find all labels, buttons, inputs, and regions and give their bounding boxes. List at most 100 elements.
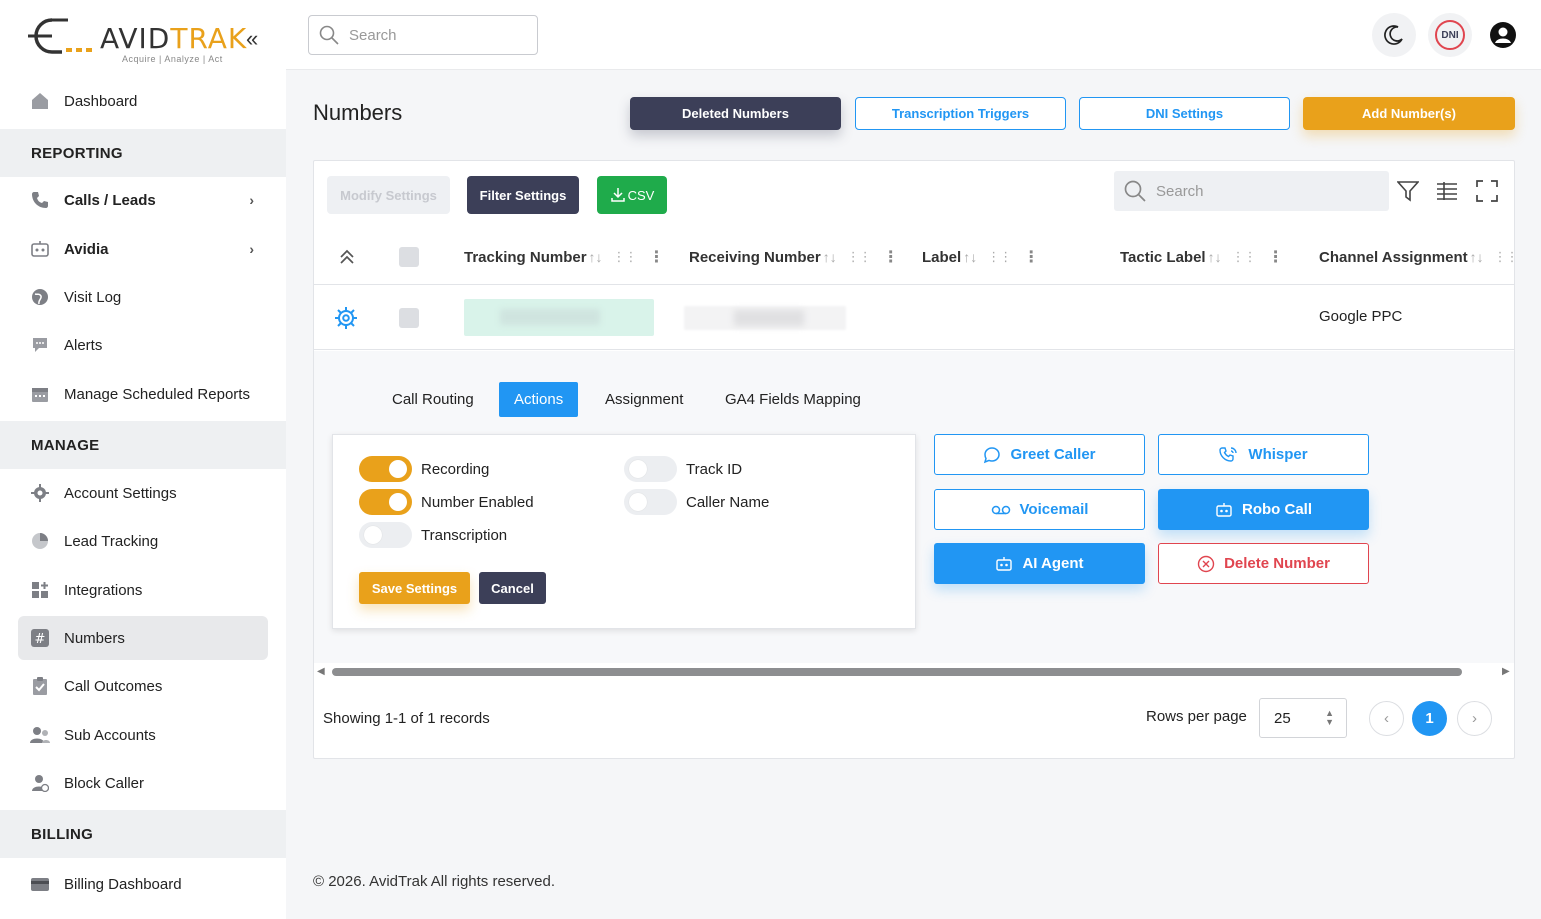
- page-1-button[interactable]: 1: [1412, 701, 1447, 736]
- chat-bubble-icon: [983, 446, 1001, 464]
- sidebar-item-calls-leads[interactable]: Calls / Leads ›: [18, 178, 268, 222]
- row-settings-gear-icon[interactable]: [334, 306, 358, 335]
- voicemail-button[interactable]: Voicemail: [934, 489, 1145, 530]
- table-row[interactable]: Google PPC: [314, 286, 1514, 350]
- column-menu-icon[interactable]: ⋮: [649, 247, 665, 267]
- tab-ga4-fields-mapping[interactable]: GA4 Fields Mapping: [710, 382, 876, 417]
- sidebar-item-alerts[interactable]: Alerts: [18, 323, 268, 367]
- top-bar: Search DNI: [286, 0, 1541, 70]
- chevron-right-icon: ›: [249, 241, 254, 257]
- transcription-toggle[interactable]: [359, 522, 412, 548]
- sidebar-item-label: Manage Scheduled Reports: [64, 385, 250, 403]
- dark-mode-toggle[interactable]: [1372, 13, 1416, 57]
- col-receiving-number[interactable]: Receiving Number ↑↓ ⋮⋮ ⋮: [689, 229, 899, 285]
- filter-icon[interactable]: [1396, 179, 1420, 203]
- sidebar-item-numbers[interactable]: # Numbers: [18, 616, 268, 660]
- sidebar-item-label: Alerts: [64, 336, 103, 354]
- user-avatar[interactable]: [1481, 13, 1525, 57]
- sort-icon[interactable]: ↑↓: [1470, 249, 1484, 265]
- users-icon: [30, 725, 50, 745]
- sidebar: AVIDTRAK Acquire | Analyze | Act « Dashb…: [0, 0, 286, 919]
- sidebar-item-label: Dashboard: [64, 92, 138, 110]
- collapse-all-icon[interactable]: [338, 229, 356, 285]
- sidebar-item-scheduled-reports[interactable]: Manage Scheduled Reports: [18, 372, 268, 416]
- sort-icon[interactable]: ↑↓: [823, 249, 837, 265]
- sidebar-item-billing-dashboard[interactable]: Billing Dashboard: [18, 862, 268, 906]
- action-label: AI Agent: [1022, 555, 1084, 572]
- drag-handle-icon[interactable]: ⋮⋮: [613, 249, 638, 265]
- credit-card-icon: [30, 874, 50, 894]
- search-placeholder: Search: [349, 26, 397, 44]
- table-search-input[interactable]: Search: [1114, 171, 1389, 211]
- sidebar-item-call-outcomes[interactable]: Call Outcomes: [18, 664, 268, 708]
- tab-actions[interactable]: Actions: [499, 382, 579, 417]
- sidebar-item-account-settings[interactable]: Account Settings: [18, 471, 268, 515]
- next-page-button[interactable]: ›: [1457, 701, 1492, 736]
- col-label[interactable]: Label ↑↓ ⋮⋮ ⋮: [922, 229, 1039, 285]
- column-menu-icon[interactable]: ⋮: [883, 247, 899, 267]
- sidebar-item-label: Account Settings: [64, 484, 177, 502]
- phone-icon: [30, 190, 50, 210]
- dni-settings-button[interactable]: DNI Settings: [1079, 97, 1290, 130]
- tab-assignment[interactable]: Assignment: [590, 382, 698, 417]
- fullscreen-icon[interactable]: [1475, 179, 1499, 203]
- rows-per-page-value: 25: [1274, 709, 1291, 727]
- delete-number-button[interactable]: Delete Number: [1158, 543, 1369, 584]
- columns-icon[interactable]: [1435, 179, 1459, 203]
- save-settings-button[interactable]: Save Settings: [359, 572, 470, 604]
- caller-name-toggle[interactable]: [624, 489, 677, 515]
- global-search-input[interactable]: Search: [308, 15, 538, 55]
- prev-page-button[interactable]: ‹: [1369, 701, 1404, 736]
- scroll-right-icon[interactable]: ▶: [1502, 666, 1510, 677]
- cancel-button[interactable]: Cancel: [479, 572, 546, 604]
- transcription-triggers-button[interactable]: Transcription Triggers: [855, 97, 1066, 130]
- sort-icon[interactable]: ↑↓: [963, 249, 977, 265]
- toggle-label: Transcription: [421, 526, 508, 544]
- column-menu-icon[interactable]: ⋮: [1268, 247, 1284, 267]
- row-checkbox[interactable]: [399, 308, 419, 328]
- select-all-checkbox[interactable]: [399, 229, 419, 285]
- tab-call-routing[interactable]: Call Routing: [377, 382, 489, 417]
- sidebar-item-block-caller[interactable]: Block Caller: [18, 761, 268, 805]
- avidtrak-logo[interactable]: AVIDTRAK Acquire | Analyze | Act: [22, 14, 262, 68]
- section-reporting: REPORTING: [0, 129, 286, 177]
- sidebar-item-lead-tracking[interactable]: Lead Tracking: [18, 519, 268, 563]
- horizontal-scrollbar[interactable]: ◀ ▶: [314, 664, 1514, 680]
- sidebar-item-dashboard[interactable]: Dashboard: [18, 79, 268, 123]
- drag-handle-icon[interactable]: ⋮⋮: [1232, 249, 1257, 265]
- drag-handle-icon[interactable]: ⋮⋮: [847, 249, 872, 265]
- col-tracking-number[interactable]: Tracking Number ↑↓ ⋮⋮ ⋮: [464, 229, 665, 285]
- sort-icon[interactable]: ↑↓: [1208, 249, 1222, 265]
- scroll-left-icon[interactable]: ◀: [317, 666, 325, 677]
- row-expanded-panel: Call Routing Actions Assignment GA4 Fiel…: [314, 351, 1514, 663]
- col-tactic-label[interactable]: Tactic Label ↑↓ ⋮⋮ ⋮: [1120, 229, 1284, 285]
- recording-toggle[interactable]: [359, 456, 412, 482]
- filter-settings-button[interactable]: Filter Settings: [467, 176, 579, 214]
- ai-agent-button[interactable]: AI Agent: [934, 543, 1145, 584]
- drag-handle-icon[interactable]: ⋮⋮: [1494, 249, 1519, 265]
- track-id-toggle[interactable]: [624, 456, 677, 482]
- col-channel-assignment[interactable]: Channel Assignment ↑↓ ⋮⋮: [1319, 229, 1519, 285]
- sidebar-item-visit-log[interactable]: Visit Log: [18, 275, 268, 319]
- sidebar-item-avidia[interactable]: Avidia ›: [18, 227, 268, 271]
- scrollbar-thumb[interactable]: [332, 668, 1462, 676]
- track-id-toggle-row: Track ID: [624, 456, 742, 482]
- drag-handle-icon[interactable]: ⋮⋮: [987, 249, 1012, 265]
- column-menu-icon[interactable]: ⋮: [1023, 247, 1039, 267]
- sort-icon[interactable]: ↑↓: [589, 249, 603, 265]
- modify-settings-button[interactable]: Modify Settings: [327, 176, 450, 214]
- collapse-sidebar-icon[interactable]: «: [246, 26, 258, 52]
- number-enabled-toggle[interactable]: [359, 489, 412, 515]
- rows-per-page-select[interactable]: 25 ▲ ▼: [1259, 698, 1347, 738]
- greet-caller-button[interactable]: Greet Caller: [934, 434, 1145, 475]
- robo-call-button[interactable]: Robo Call: [1158, 489, 1369, 530]
- sidebar-item-label: Integrations: [64, 581, 143, 599]
- add-numbers-button[interactable]: Add Number(s): [1303, 97, 1515, 130]
- csv-export-button[interactable]: CSV: [597, 176, 667, 214]
- whisper-button[interactable]: Whisper: [1158, 434, 1369, 475]
- dni-button[interactable]: DNI: [1428, 13, 1472, 57]
- deleted-numbers-button[interactable]: Deleted Numbers: [630, 97, 841, 130]
- sidebar-item-sub-accounts[interactable]: Sub Accounts: [18, 713, 268, 757]
- number-enabled-toggle-row: Number Enabled: [359, 489, 534, 515]
- sidebar-item-integrations[interactable]: Integrations: [18, 568, 268, 612]
